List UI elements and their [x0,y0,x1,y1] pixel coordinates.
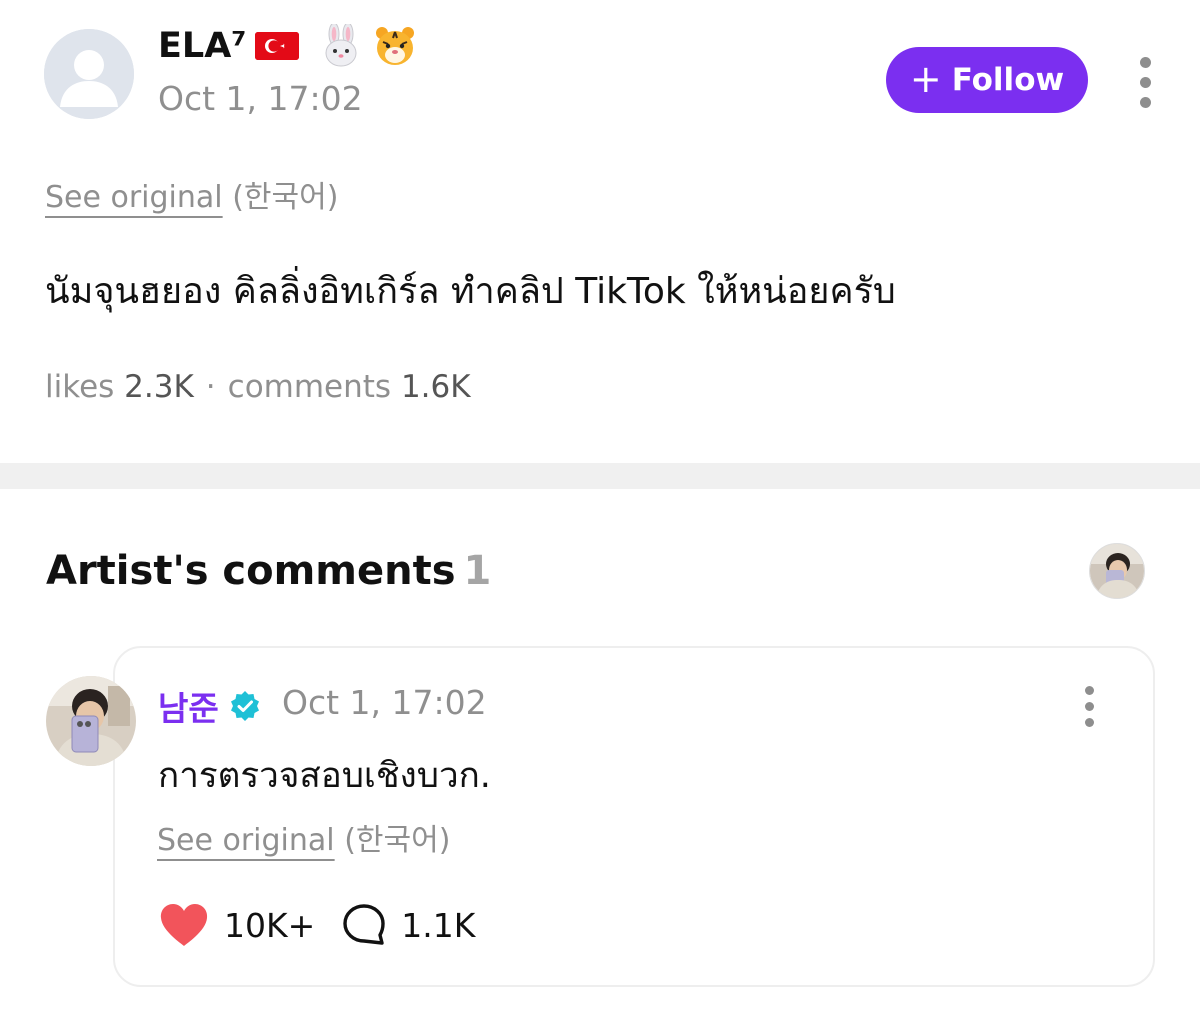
reply-count: 1.1K [401,905,476,945]
turkey-flag-icon [254,32,299,60]
comment-bubble-icon[interactable] [341,902,387,948]
comment-body-text: การตรวจสอบเชิงบวก. [158,756,491,796]
comment-actions: 10K+ 1.1K [158,902,475,948]
post-body-text: นัมจุนฮยอง คิลลิ่งอิทเกิร์ล ทำคลิป TikTo… [45,271,896,312]
comment-original-language: (한국어) [344,823,451,858]
comment-more-options-icon[interactable] [1081,686,1097,727]
artist-name-text: 남준 [158,689,219,728]
like-action[interactable]: 10K+ [158,902,315,948]
likes-count: 2.3K [124,369,194,405]
artist-comments-title: Artist's comments 1 [46,548,491,594]
post-see-original: See original (한국어) [45,172,338,216]
post-timestamp: Oct 1, 17:02 [158,79,363,118]
like-count: 10K+ [224,905,316,945]
comments-count: 1.6K [400,369,471,405]
see-original-link[interactable]: See original [45,180,223,215]
author-avatar[interactable] [44,29,134,119]
comments-label: comments [227,369,392,405]
follow-button[interactable]: + Follow [886,47,1088,113]
artist-name[interactable]: 남준 [158,682,261,730]
reply-action[interactable]: 1.1K [341,902,475,948]
heart-icon[interactable] [158,902,210,948]
author-name[interactable]: ELA⁷ [158,22,417,68]
artist-comments-count: 1 [463,548,492,594]
artist-comments-title-text: Artist's comments [46,548,456,594]
author-name-text: ELA⁷ [158,26,247,66]
rabbit-face-icon [319,22,363,68]
original-language: (한국어) [232,180,339,215]
comment-see-original: See original (한국어) [157,815,450,859]
artist-avatar[interactable] [46,676,136,766]
comment-see-original-link[interactable]: See original [157,823,335,858]
follow-label: Follow [951,62,1065,98]
tiger-face-icon [373,24,417,68]
default-avatar-icon [44,29,134,119]
likes-label: likes [45,369,115,405]
verified-badge-icon [229,690,261,722]
stats-separator: · [205,369,216,405]
artist-mini-avatar[interactable] [1089,543,1145,599]
section-divider [0,463,1200,489]
post-stats: likes 2.3K · comments 1.6K [45,369,471,405]
post-detail-page: ELA⁷ Oct 1, 17:02 + Follow See original … [0,0,1200,1010]
comment-timestamp: Oct 1, 17:02 [282,683,487,722]
post-more-options-icon[interactable] [1137,57,1153,108]
plus-icon: + [909,56,942,101]
